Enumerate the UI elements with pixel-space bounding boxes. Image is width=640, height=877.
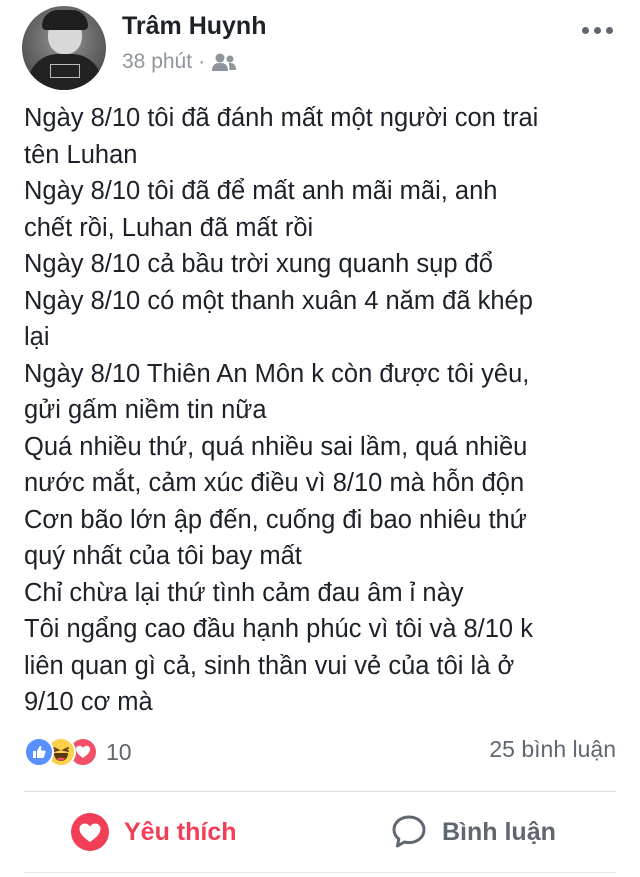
love-reaction-label: Yêu thích [124, 817, 237, 846]
love-reaction-button[interactable]: Yêu thích [70, 800, 237, 864]
comment-icon [392, 815, 426, 848]
action-bar: Yêu thích Bình luận [0, 800, 640, 864]
reactions-bar[interactable]: 10 25 bình luận [24, 734, 616, 770]
post-text-line: 9/10 cơ mà [24, 688, 153, 716]
avatar-cap-shape [42, 10, 88, 30]
post-text-line: Ngày 8/10 có một thanh xuân 4 năm đã khé… [24, 286, 533, 315]
post-text-line: gửi gấm niềm tin nữa [24, 396, 267, 424]
comment-button[interactable]: Bình luận [390, 800, 556, 864]
divider [24, 872, 616, 873]
post-text-line: Ngày 8/10 tôi đã đánh mất một người con … [24, 104, 539, 132]
post-text-line: Quá nhiều thứ, quá nhiều sai lầm, quá nh… [24, 432, 528, 461]
reaction-count[interactable]: 10 [106, 739, 132, 766]
post-text-line: Tôi ngẩng cao đầu hạnh phúc vì tôi và 8/… [24, 615, 533, 643]
love-icon [71, 813, 109, 851]
avatar[interactable] [22, 6, 106, 90]
comment-count[interactable]: 25 bình luận [489, 736, 616, 763]
post-text-line: tên Luhan [24, 140, 138, 169]
author-name[interactable]: Trâm Huynh [122, 12, 266, 41]
avatar-shirt-shape [50, 64, 80, 78]
post-text-line: Ngày 8/10 Thiên An Môn k còn được tôi yê… [24, 359, 530, 388]
post-text-line: quý nhất của tôi bay mất [24, 542, 302, 570]
post-text-line: chết rồi, Luhan đã mất rồi [24, 213, 314, 242]
like-icon [24, 737, 54, 767]
comment-label: Bình luận [442, 817, 556, 846]
post-text-line: nước mắt, cảm xúc điều vì 8/10 mà hỗn độ… [24, 469, 525, 497]
post-text-line: Chỉ chừa lại thứ tình cảm đau âm ỉ này [24, 578, 464, 607]
more-icon[interactable] [582, 20, 622, 40]
post-header: Trâm Huynh 38 phút · [0, 0, 640, 90]
meta-separator: · [198, 50, 206, 73]
friends-icon[interactable] [211, 52, 237, 72]
post-text: Ngày 8/10 tôi đã đánh mất một người con … [24, 100, 624, 721]
post-text-line: Ngày 8/10 tôi đã để mất anh mãi mãi, anh [24, 177, 498, 205]
post-meta: 38 phút · [122, 50, 237, 74]
post-text-line: Cơn bão lớn ập đến, cuống đi bao nhiêu t… [24, 505, 527, 534]
post-time[interactable]: 38 phút [122, 50, 192, 74]
divider [24, 791, 616, 792]
post-text-line: Ngày 8/10 cả bầu trời xung quanh sụp đổ [24, 250, 493, 278]
post-text-line: liên quan gì cả, sinh thần vui vẻ của tô… [24, 651, 515, 680]
post-text-line: lại [24, 323, 50, 351]
